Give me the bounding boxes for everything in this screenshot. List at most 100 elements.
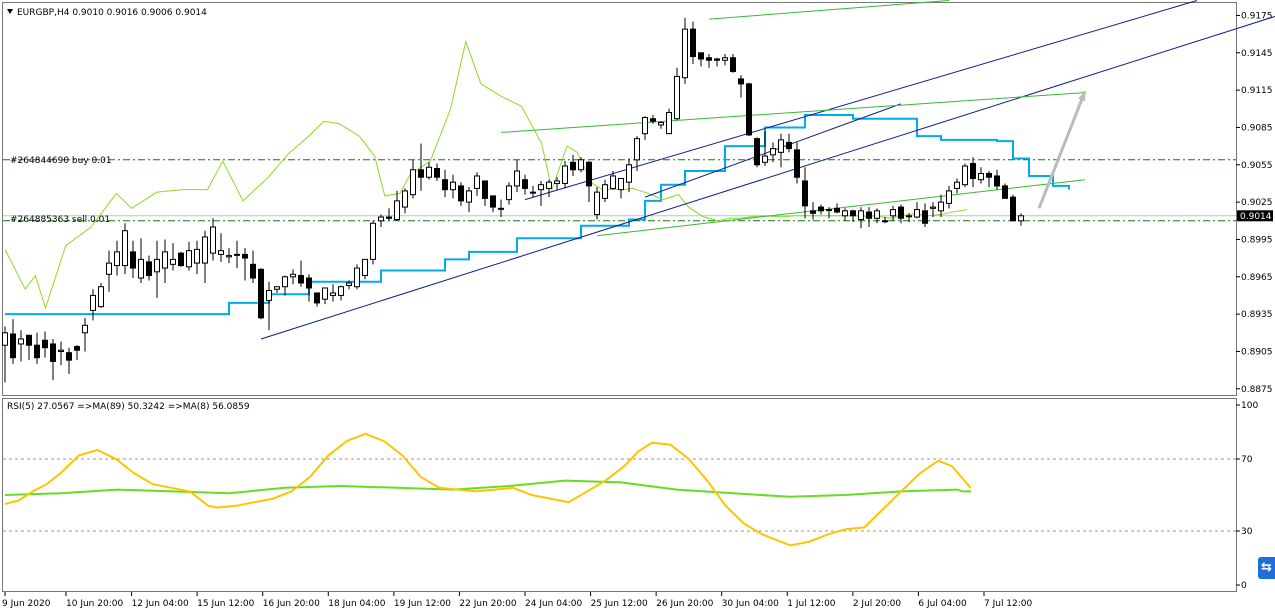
candle	[570, 161, 576, 171]
price-plot-area[interactable]	[2, 0, 1275, 383]
candle	[810, 210, 816, 214]
candle	[922, 210, 928, 224]
candle	[2, 332, 8, 346]
rsi-tick-label: 70	[1241, 455, 1253, 465]
collapse-triangle-icon[interactable]	[7, 9, 13, 14]
candle	[610, 175, 616, 189]
candle	[418, 169, 424, 178]
time-tick-label: 7 Jul 12:00	[984, 599, 1033, 609]
candle	[994, 175, 1000, 187]
candle	[626, 164, 632, 183]
time-tick-label: 24 Jun 04:00	[525, 599, 582, 609]
price-tick-label: 0.9085	[1241, 123, 1273, 133]
candle	[762, 155, 768, 163]
candle	[474, 175, 480, 189]
price-tick-label: 0.9025	[1241, 198, 1273, 208]
candle	[778, 139, 784, 153]
price-tick-label: 0.9175	[1241, 11, 1273, 21]
rsi-legend: RSI(5) 27.0567 =>MA(89) 50.3242 =>MA(8) …	[7, 402, 250, 412]
price-tick-label: 0.9145	[1241, 49, 1273, 59]
candle	[658, 121, 664, 126]
candle	[874, 210, 880, 219]
current-price-label: 0.9014	[1240, 212, 1272, 222]
candle	[666, 112, 672, 135]
candle	[858, 210, 864, 221]
candle	[490, 195, 496, 208]
time-tick-label: 25 Jun 12:00	[591, 599, 648, 609]
time-tick-label: 1 Jul 12:00	[787, 599, 836, 609]
candle	[218, 250, 224, 255]
candle	[186, 250, 192, 268]
candle	[674, 75, 680, 120]
time-axis[interactable]: 9 Jun 2020 10 Jun 20:00 12 Jun 04:00 15 Jun…	[2, 592, 1033, 609]
rsi-tick-label: 0	[1241, 581, 1247, 591]
candles	[2, 17, 1024, 383]
candle	[826, 209, 832, 212]
candle	[594, 191, 600, 216]
candle	[954, 181, 960, 189]
time-tick-label: 26 Jun 20:00	[656, 599, 713, 609]
candle	[786, 141, 792, 150]
candle	[322, 287, 328, 300]
candle	[90, 294, 96, 311]
candle	[58, 349, 64, 352]
time-tick-label: 22 Jun 20:00	[459, 599, 516, 609]
candle	[450, 181, 456, 191]
price-tick-label: 0.8905	[1241, 347, 1273, 357]
time-tick-label: 30 Jun 04:00	[722, 599, 779, 609]
projection-arrow[interactable]	[1037, 90, 1087, 209]
order-lines	[3, 159, 1236, 222]
candle	[506, 185, 512, 201]
candle	[346, 282, 352, 286]
candle	[122, 230, 128, 267]
candle	[442, 179, 448, 191]
candle	[394, 200, 400, 221]
candle	[1018, 215, 1024, 222]
candle	[242, 253, 248, 259]
candle	[530, 191, 536, 194]
candle	[738, 78, 744, 85]
candle	[970, 163, 976, 179]
candle	[962, 165, 968, 186]
remote-support-icon[interactable]: ⇆	[1258, 557, 1275, 579]
candle	[258, 268, 264, 319]
time-tick-label: 19 Jun 12:00	[394, 599, 451, 609]
candle	[634, 138, 640, 161]
candle	[114, 251, 120, 267]
candle	[410, 169, 416, 196]
chart-canvas[interactable]: #264844690 buy 0.01 #264885363 sell 0.01…	[0, 0, 1275, 615]
candle	[514, 170, 520, 187]
candle	[930, 206, 936, 209]
candle	[834, 207, 840, 213]
candle	[370, 222, 376, 260]
candle	[554, 180, 560, 184]
candle	[226, 255, 232, 258]
rsi-line	[4, 432, 972, 547]
candle	[354, 267, 360, 288]
candle	[378, 216, 384, 222]
candle	[746, 83, 752, 136]
time-tick-label: 2 Jul 20:00	[853, 599, 902, 609]
candle	[770, 148, 776, 156]
price-tick-label: 0.8875	[1241, 385, 1273, 395]
price-axis[interactable]: 0.9175 0.9145 0.9115 0.9085 0.9055 0.9025 0.89…	[1236, 11, 1273, 395]
time-tick-label: 6 Jul 04:00	[918, 599, 967, 609]
candle	[386, 216, 392, 219]
candle	[314, 292, 320, 304]
sell-order-label[interactable]: #264885363 sell 0.01	[10, 215, 110, 225]
buy-order-label[interactable]: #264844690 buy 0.01	[10, 156, 112, 166]
candle	[690, 28, 696, 58]
candle	[202, 236, 208, 264]
candle	[82, 324, 88, 334]
candle	[938, 201, 944, 212]
candle	[818, 206, 824, 212]
candle	[650, 118, 656, 122]
candle	[42, 339, 48, 349]
candle	[906, 215, 912, 218]
candle	[458, 185, 464, 202]
candle	[586, 161, 592, 187]
candle	[602, 184, 608, 199]
rsi-tick-label: 30	[1241, 527, 1253, 537]
candle	[578, 159, 584, 171]
candle	[18, 338, 24, 345]
